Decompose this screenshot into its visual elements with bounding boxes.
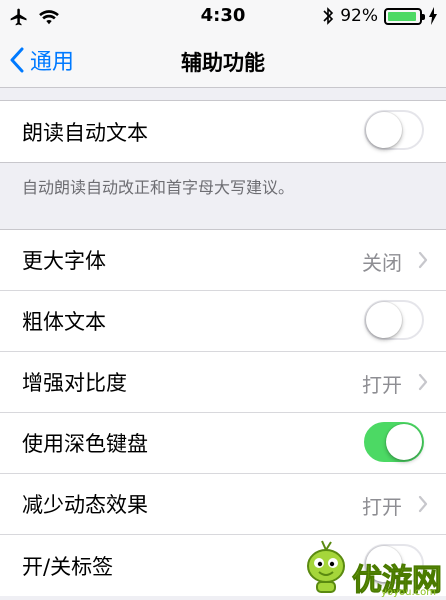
bold-text-toggle[interactable] bbox=[364, 300, 424, 340]
battery-icon bbox=[384, 7, 425, 25]
row-label: 更大字体 bbox=[22, 249, 106, 273]
page-title: 辅助功能 bbox=[181, 51, 265, 75]
charging-icon bbox=[429, 7, 437, 25]
chevron-right-icon bbox=[418, 251, 428, 269]
group-speak-auto-text: 朗读自动文本 bbox=[0, 100, 446, 163]
bluetooth-icon bbox=[323, 7, 334, 25]
row-label: 增强对比度 bbox=[22, 371, 127, 395]
row-value: 打开 bbox=[362, 495, 402, 519]
chevron-right-icon bbox=[418, 373, 428, 391]
watermark-url: yoyou.com bbox=[381, 587, 436, 598]
mascot-icon bbox=[307, 540, 345, 593]
nav-bar: 通用 辅助功能 bbox=[0, 34, 446, 88]
row-value: 关闭 bbox=[362, 251, 402, 275]
row-value: 打开 bbox=[362, 373, 402, 397]
watermark-logo: 优游网 yoyou.com bbox=[304, 538, 443, 598]
row-label: 粗体文本 bbox=[22, 310, 106, 334]
row-label: 使用深色键盘 bbox=[22, 432, 148, 456]
status-right: 92% bbox=[322, 6, 438, 26]
footnote: 自动朗读自动改正和首字母大写建议。 bbox=[22, 178, 295, 197]
row-dark-keyboard: 使用深色键盘 bbox=[0, 413, 446, 474]
row-bold-text: 粗体文本 bbox=[0, 291, 446, 352]
row-label: 减少动态效果 bbox=[22, 493, 148, 517]
row-reduce-motion[interactable]: 减少动态效果 打开 bbox=[0, 474, 446, 535]
row-increase-contrast[interactable]: 增强对比度 打开 bbox=[0, 352, 446, 413]
row-larger-type[interactable]: 更大字体 关闭 bbox=[0, 230, 446, 291]
row-speak-auto-text: 朗读自动文本 bbox=[0, 101, 446, 162]
chevron-right-icon bbox=[418, 495, 428, 513]
row-label: 开/关标签 bbox=[22, 554, 114, 579]
battery-percent: 92% bbox=[340, 6, 378, 26]
row-label: 朗读自动文本 bbox=[22, 120, 148, 145]
speak-auto-text-toggle[interactable] bbox=[364, 110, 424, 150]
dark-keyboard-toggle[interactable] bbox=[364, 422, 424, 462]
status-bar: 4:30 92% bbox=[0, 0, 446, 34]
